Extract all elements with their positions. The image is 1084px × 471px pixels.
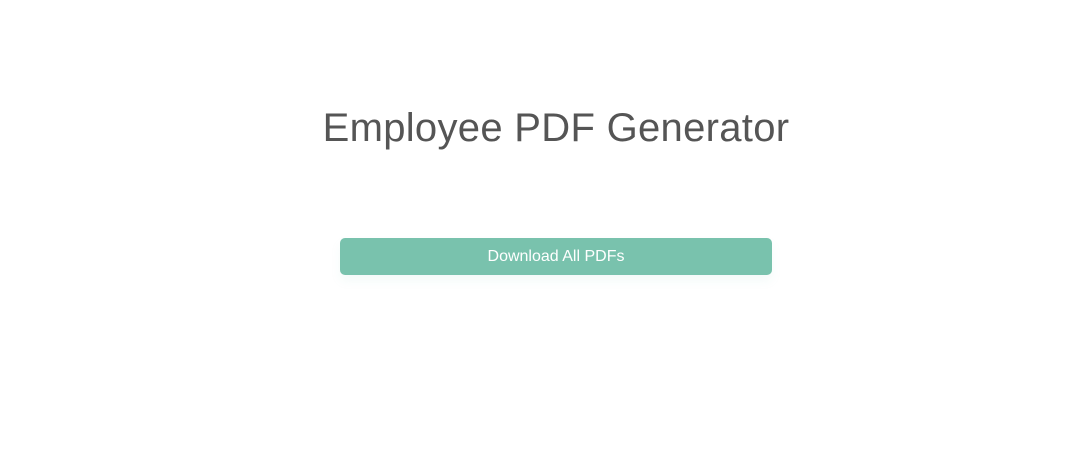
page-title: Employee PDF Generator: [322, 106, 790, 150]
download-all-pdfs-button[interactable]: Download All PDFs: [340, 238, 772, 275]
page-root: Employee PDF Generator Download All PDFs: [0, 0, 1084, 471]
